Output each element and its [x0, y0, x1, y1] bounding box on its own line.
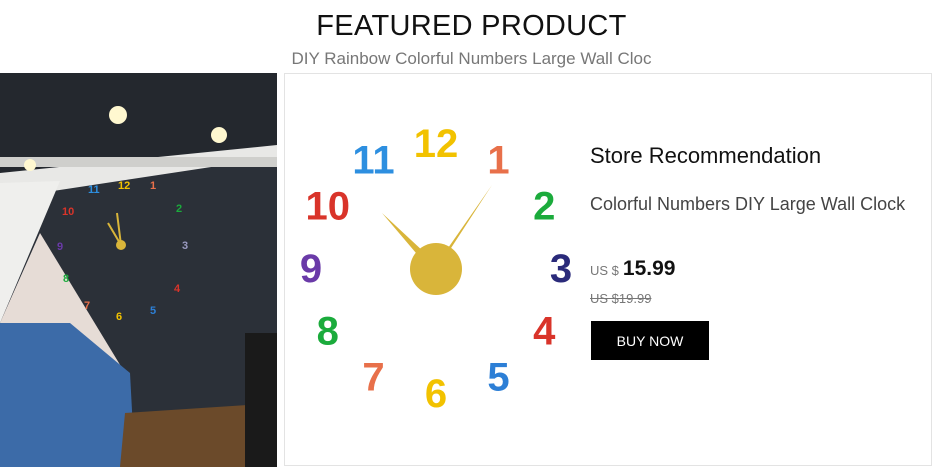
ceiling-light — [109, 106, 127, 124]
product-subtitle: DIY Rainbow Colorful Numbers Large Wall … — [291, 49, 652, 68]
product-name[interactable]: Colorful Numbers DIY Large Wall Clock — [590, 194, 905, 215]
room-photo: 12 1 2 3 4 5 6 7 8 9 10 11 — [0, 73, 277, 467]
svg-text:7: 7 — [84, 300, 90, 312]
svg-text:4: 4 — [174, 283, 181, 295]
clock-numeral-6: 6 — [425, 372, 447, 416]
svg-text:12: 12 — [118, 180, 130, 192]
page-title: FEATURED PRODUCT — [316, 10, 627, 42]
clock-numeral-12: 12 — [414, 122, 459, 166]
clock-numeral-7: 7 — [362, 355, 384, 399]
price-value: 15.99 — [622, 257, 676, 280]
clock-numeral-9: 9 — [300, 247, 322, 291]
svg-text:5: 5 — [150, 305, 156, 317]
svg-text:10: 10 — [62, 206, 74, 218]
svg-text:2: 2 — [176, 203, 182, 215]
clock-numeral-4: 4 — [533, 310, 556, 354]
svg-text:3: 3 — [182, 240, 188, 252]
clock-numeral-2: 2 — [533, 185, 555, 229]
store-recommendation-title: Store Recommendation — [590, 143, 822, 168]
ceiling-light — [24, 159, 36, 171]
svg-text:6: 6 — [116, 311, 122, 323]
buy-now-button[interactable]: BUY NOW — [591, 321, 709, 360]
speaker — [245, 333, 277, 467]
clock-numeral-5: 5 — [487, 355, 509, 399]
clock-numeral-10: 10 — [305, 185, 350, 229]
clock-numeral-11: 11 — [352, 139, 394, 183]
svg-text:9: 9 — [57, 241, 63, 253]
clock-numeral-8: 8 — [317, 310, 339, 354]
svg-text:11: 11 — [88, 184, 100, 196]
price-currency: US $ — [590, 263, 619, 278]
svg-text:8: 8 — [63, 273, 69, 285]
clock-numeral-3: 3 — [550, 247, 572, 291]
wall-clock-image: 12 12 3 45678 9 1011 — [300, 122, 572, 416]
ceiling-light — [211, 127, 227, 143]
price-row: US $15.99 — [590, 257, 675, 281]
old-price: US $19.99 — [590, 291, 652, 306]
beam — [0, 157, 277, 167]
clock-center-hub — [410, 243, 462, 295]
svg-text:1: 1 — [150, 180, 156, 192]
clock-numeral-1: 1 — [487, 139, 509, 183]
